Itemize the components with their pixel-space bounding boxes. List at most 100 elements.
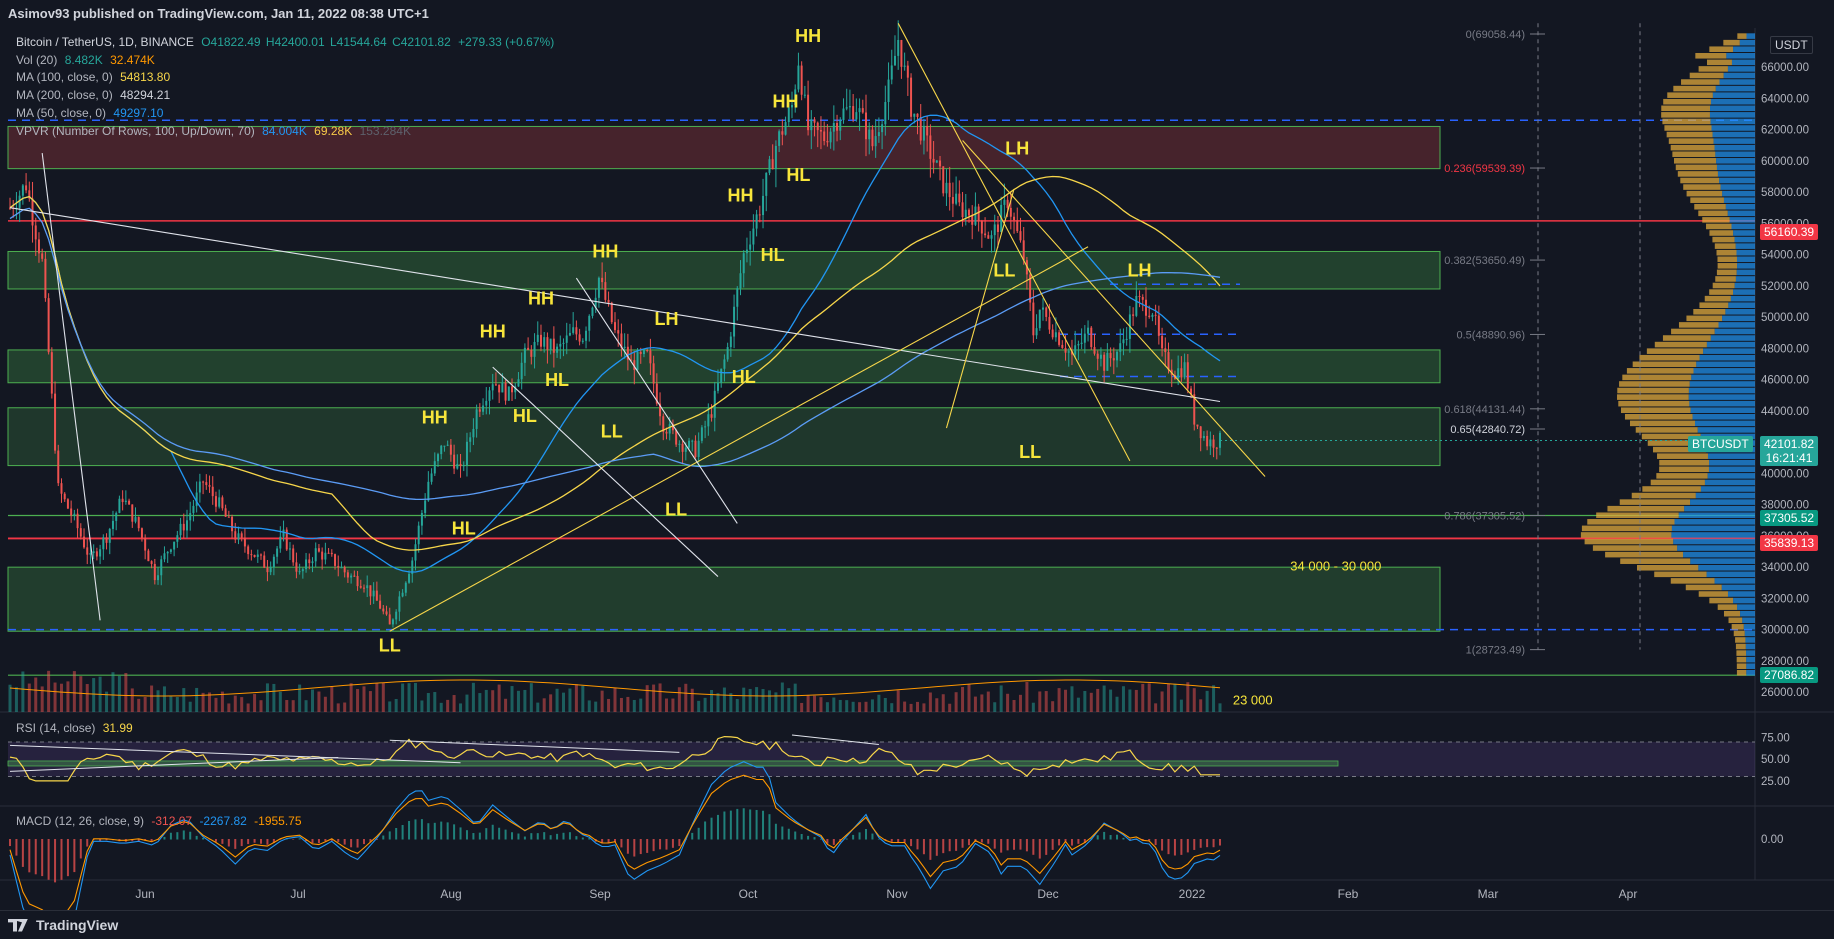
candle-body-204: [665, 431, 668, 434]
candle-body-293: [951, 197, 954, 204]
candle-body-256: [832, 123, 835, 132]
price-tick-11: 44000.00: [1761, 406, 1809, 418]
vp-bar-up-93: [1731, 59, 1755, 66]
macd-hist-bar-302: [980, 839, 983, 843]
vp-bar-up-82: [1712, 131, 1755, 138]
vp-bar-down-3: [1736, 650, 1747, 656]
vp-bar-down-73: [1686, 190, 1723, 197]
macd-hist-bar-338: [1096, 835, 1099, 840]
vp-bar-up-29: [1704, 479, 1755, 486]
price-tick-17: 32000.00: [1761, 593, 1809, 605]
volume-bar-294: [954, 692, 958, 712]
ma200-row[interactable]: MA (200, close, 0) 48294.21: [16, 87, 554, 105]
fib-label-2: 0.382(53650.49): [1444, 255, 1525, 267]
candle-body-356: [1154, 314, 1157, 316]
chart-canvas[interactable]: 0(69058.44) 0.236(59539.39) 0.382(53650.49…: [0, 0, 1834, 939]
macd-legend[interactable]: MACD (12, 26, close, 9) -312.07 -2267.82…: [16, 814, 302, 828]
symbol-name[interactable]: Bitcoin / TetherUS, 1D, BINANCE: [16, 35, 194, 49]
macd-hist-bar-308: [1000, 839, 1003, 853]
volume-bar-200: [652, 684, 656, 712]
candle-body-84: [279, 536, 282, 549]
vp-bar-down-33: [1657, 453, 1708, 459]
candle-body-47: [160, 559, 163, 576]
volume-row[interactable]: Vol (20) 8.482K 32.474K: [16, 52, 554, 70]
vp-bar-up-72: [1723, 197, 1755, 203]
macd-hist-bar-200: [652, 839, 655, 852]
vp-bar-down-85: [1661, 112, 1710, 118]
candle-body-105: [346, 572, 349, 578]
candle-body-29: [102, 537, 105, 550]
candle-body-371: [1202, 435, 1205, 439]
candle-body-240: [781, 131, 784, 135]
macd-hist-bar-282: [916, 839, 919, 850]
volume-bar-32: [111, 672, 115, 712]
vp-bar-up-84: [1710, 118, 1755, 125]
candle-body-103: [340, 567, 343, 569]
annotation-hh-5: HH: [592, 242, 618, 262]
vp-bar-up-43: [1688, 387, 1755, 394]
price-tick-10: 46000.00: [1761, 375, 1809, 387]
ma100-row[interactable]: MA (100, close, 0) 54813.80: [16, 69, 554, 87]
vp-bar-up-70: [1727, 210, 1755, 217]
candle-body-45: [153, 563, 156, 581]
candle-body-172: [562, 342, 565, 344]
candle-body-296: [961, 202, 964, 218]
candle-body-353: [1144, 299, 1147, 316]
macd-hist-bar-260: [845, 838, 848, 840]
macd-hist-bar-142: [465, 830, 468, 840]
candle-body-119: [391, 619, 394, 625]
macd-hist-bar-166: [543, 832, 546, 840]
macd-hist-bar-216: [704, 821, 707, 840]
rsi-legend[interactable]: RSI (14, close) 31.99: [16, 721, 133, 735]
macd-hist-bar-368: [1193, 839, 1196, 850]
volume-bar-284: [922, 703, 926, 712]
tradingview-logo[interactable]: TradingView: [8, 917, 118, 933]
candle-body-87: [288, 548, 291, 550]
vp-bar-up-21: [1671, 532, 1755, 538]
vp-bar-up-46: [1693, 368, 1755, 374]
time-tick-10: Apr: [1619, 887, 1638, 901]
volume-bar-132: [433, 692, 437, 712]
candle-body-24: [86, 547, 89, 555]
macd-hist-bar-68: [227, 839, 230, 847]
candle-body-336: [1090, 327, 1093, 348]
candle-body-65: [218, 497, 221, 507]
macd-hist-bar-102: [337, 839, 340, 842]
candle-body-208: [678, 443, 681, 445]
currency-badge[interactable]: USDT: [1770, 36, 1813, 54]
candle-body-249: [810, 119, 813, 131]
candle-body-62: [208, 485, 211, 487]
rsi-tick-0: 75.00: [1761, 733, 1790, 745]
vp-bar-down-66: [1712, 236, 1735, 243]
vp-bar-up-80: [1714, 144, 1755, 151]
vp-bar-up-66: [1734, 236, 1755, 243]
ma50-row[interactable]: MA (50, close, 0) 49297.10: [16, 105, 554, 123]
vp-bar-down-88: [1667, 92, 1713, 98]
vp-bar-up-2: [1746, 656, 1755, 663]
volume-bar-14: [53, 682, 57, 712]
macd-hist-bar-116: [382, 835, 385, 840]
vp-bar-up-50: [1706, 341, 1755, 348]
candle-body-334: [1083, 333, 1086, 343]
vp-bar-up-77: [1716, 164, 1755, 171]
vpvr-value-3: 153.284K: [359, 123, 411, 138]
candle-body-267: [868, 129, 871, 140]
macd-hist-bar-120: [395, 827, 398, 840]
volume-bar-374: [1212, 685, 1216, 712]
vp-bar-down-6: [1733, 630, 1745, 637]
candle-body-259: [842, 108, 845, 121]
volume-bar-310: [1006, 693, 1010, 712]
candle-body-290: [942, 166, 945, 194]
candle-body-133: [437, 454, 440, 462]
annotation-ll-12: LL: [601, 421, 623, 441]
candle-body-366: [1186, 362, 1189, 389]
candle-body-173: [565, 335, 568, 343]
macd-hist-bar-134: [440, 821, 443, 840]
rsi-tick-1: 50.00: [1761, 754, 1790, 766]
volume-bar-94: [311, 689, 314, 712]
macd-hist-bar-288: [935, 839, 938, 856]
candle-body-312: [1013, 216, 1016, 221]
vpvr-row[interactable]: VPVR (Number Of Rows, 100, Up/Down, 70) …: [16, 123, 554, 141]
candle-body-241: [784, 122, 787, 135]
candle-body-310: [1006, 199, 1009, 208]
